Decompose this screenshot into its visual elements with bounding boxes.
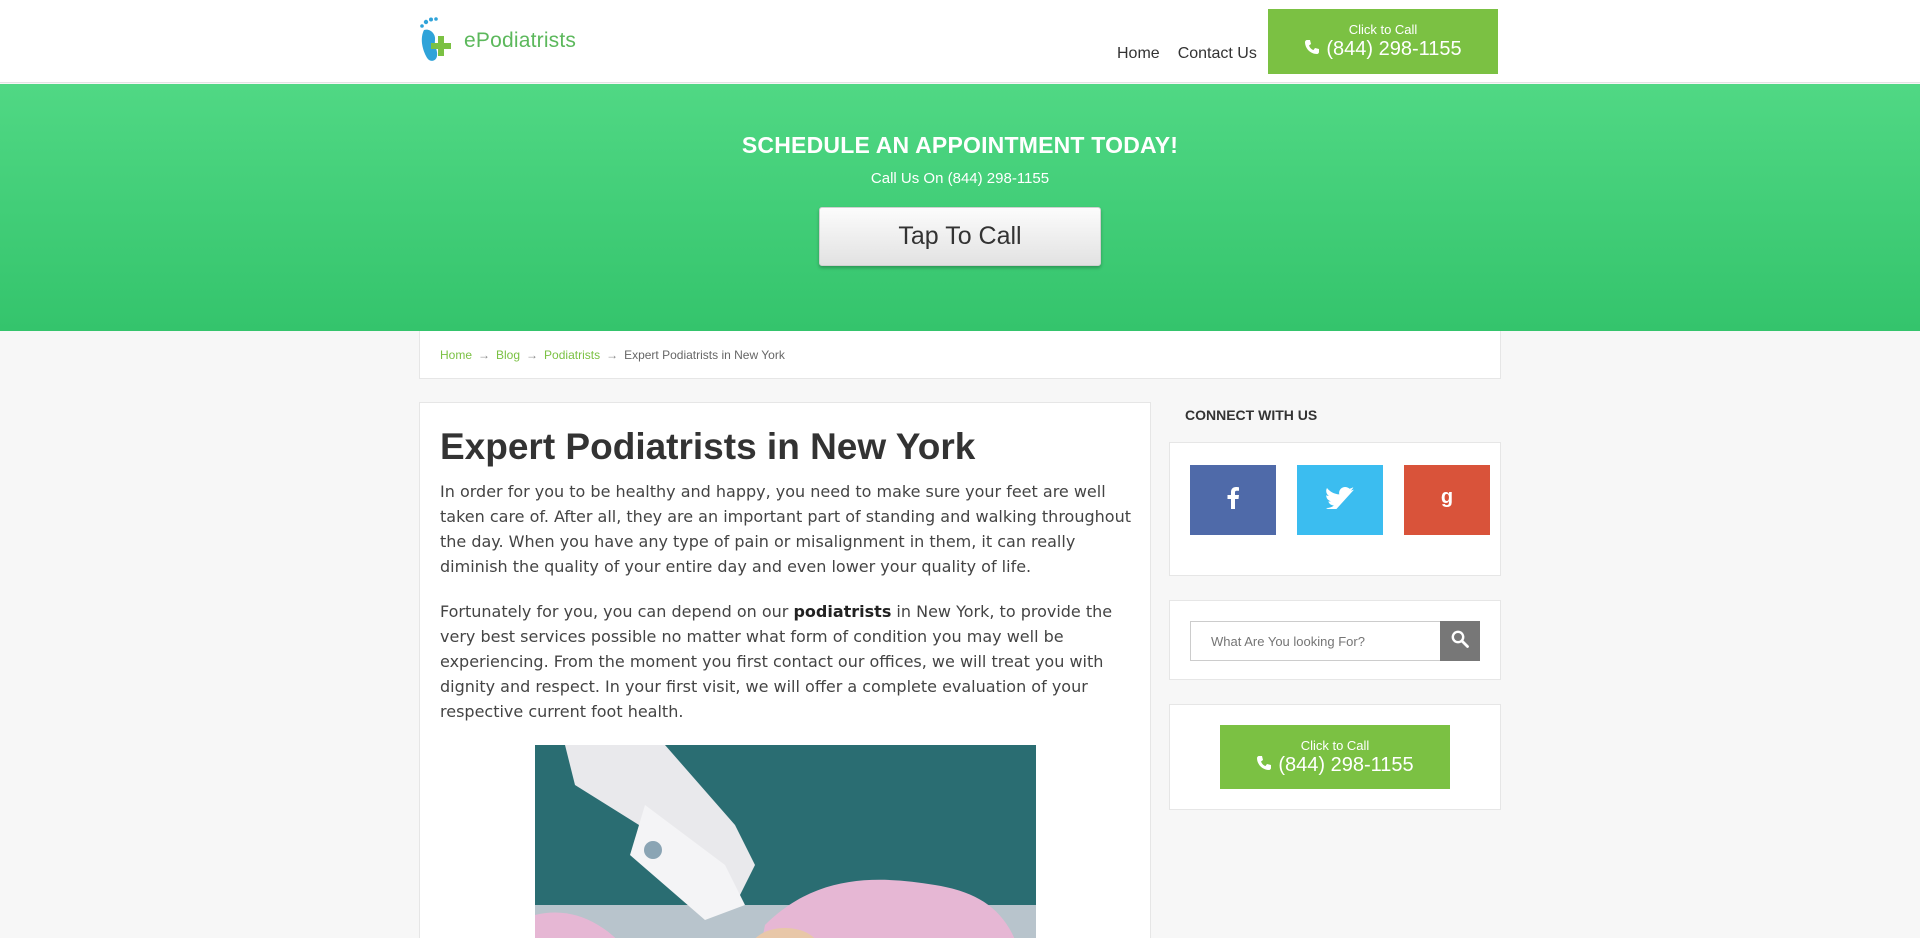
banner-subtitle: Call Us On (844) 298-1155 [870,170,1050,187]
breadcrumb-separator: → [526,348,539,362]
article-image [535,745,1036,938]
appointment-banner: SCHEDULE AN APPOINTMENT TODAY! Call Us O… [0,84,1920,331]
breadcrumb-blog[interactable]: Blog [496,348,520,362]
paragraph-text: Fortunately for you, you can depend on o… [440,602,794,621]
call-number: (844) 298-1155 [1278,754,1414,776]
search-button[interactable] [1440,621,1480,661]
search-icon [1451,630,1469,652]
header-call-button[interactable]: Click to Call (844) 298-1155 [1268,9,1498,74]
site-logo[interactable]: ePodiatrists [418,16,576,66]
podiatrists-link: podiatrists [793,602,892,621]
foot-plus-icon [418,16,460,66]
twitter-icon [1326,487,1354,513]
breadcrumb: Home → Blog → Podiatrists → Expert Podiatrists… [419,331,1501,379]
sidebar: CONNECT WITH US g Click to Call [1169,402,1501,810]
banner-title: SCHEDULE AN APPOINTMENT TODAY! [741,132,1179,158]
article-paragraph: In order for you to be healthy and happy… [440,482,1131,576]
call-label: Click to Call [1300,738,1370,753]
site-header: ePodiatrists Home Contact Us Click to Ca… [0,0,1920,83]
call-widget: Click to Call (844) 298-1155 [1169,704,1501,810]
twitter-button[interactable] [1297,465,1383,535]
main-nav: Home Contact Us [1117,45,1257,63]
breadcrumb-current: Expert Podiatrists in New York [624,348,785,362]
breadcrumb-separator: → [606,348,619,362]
article-panel: Expert Podiatrists in New York In order … [419,402,1151,938]
article-title: Expert Podiatrists in New York [440,426,976,467]
facebook-icon [1226,487,1240,513]
call-label: Click to Call [1348,22,1418,37]
nav-home[interactable]: Home [1117,45,1160,63]
breadcrumb-home[interactable]: Home [440,348,472,362]
phone-icon [1304,38,1320,61]
search-widget [1169,600,1501,680]
connect-title: CONNECT WITH US [1185,407,1318,423]
google-plus-icon: g [1440,486,1454,513]
call-number: (844) 298-1155 [1326,38,1462,60]
facebook-button[interactable] [1190,465,1276,535]
tap-to-call-button[interactable]: Tap To Call [819,207,1101,266]
nav-contact-us[interactable]: Contact Us [1178,45,1257,63]
social-widget: g [1169,442,1501,576]
sidebar-call-button[interactable]: Click to Call (844) 298-1155 [1220,725,1450,789]
search-input[interactable] [1190,621,1440,661]
logo-text: ePodiatrists [464,29,577,52]
breadcrumb-podiatrists[interactable]: Podiatrists [544,348,600,362]
breadcrumb-separator: → [478,348,491,362]
article-paragraph: Fortunately for you, you can depend on o… [440,599,1132,724]
phone-icon [1256,754,1272,777]
svg-text:g: g [1441,487,1453,508]
google-plus-button[interactable]: g [1404,465,1490,535]
